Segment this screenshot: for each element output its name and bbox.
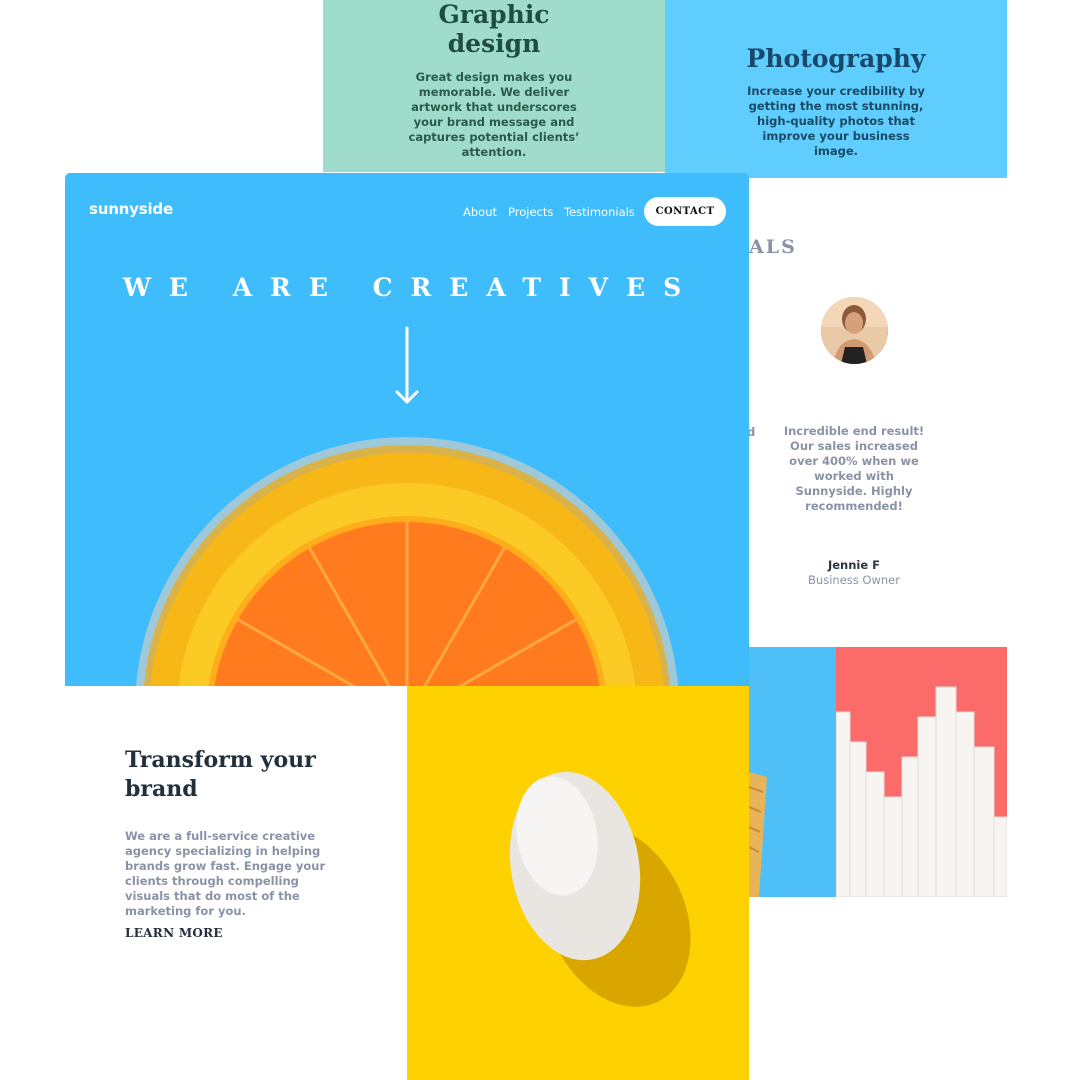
orange-glass-image: [136, 437, 678, 686]
testimonial-name: Jennie F: [827, 558, 881, 572]
hero-section: sunnyside About Projects Testimonials CO…: [65, 173, 749, 686]
nav-projects[interactable]: Projects: [508, 205, 553, 219]
graphic-design-panel: Graphic design Great design makes you me…: [323, 0, 665, 172]
testimonial-avatar: [821, 297, 888, 364]
transform-text: We are a full-service creative agency sp…: [125, 829, 326, 918]
logo[interactable]: sunnyside: [89, 200, 173, 218]
graphic-design-text: Great design makes you memorable. We del…: [408, 70, 580, 159]
photography-panel: Photography Increase your credibility by…: [665, 0, 1007, 178]
nav-about[interactable]: About: [463, 205, 497, 219]
transform-title: Transform your brand: [125, 747, 316, 802]
egg-image: [407, 686, 749, 1080]
cone-graphic: [749, 772, 767, 897]
photography-title: Photography: [746, 44, 926, 73]
gallery-cone-image: [749, 647, 836, 897]
testimonial-quote: Incredible end result! Our sales increas…: [783, 424, 925, 513]
arrow-down-icon: [395, 326, 419, 404]
contact-button[interactable]: CONTACT: [644, 197, 726, 226]
hero-title: WE ARE CREATIVES: [122, 273, 700, 302]
nav-testimonials[interactable]: Testimonials: [564, 205, 635, 219]
egg-graphic: [407, 686, 749, 1080]
photography-text: Increase your credibility by getting the…: [747, 84, 925, 158]
avatar-portrait: [821, 297, 888, 364]
gallery-sugar-cubes-image: [836, 647, 1007, 897]
testimonial-role: Business Owner: [808, 573, 900, 587]
sugar-cubes-graphic: [836, 686, 1007, 897]
learn-more-link[interactable]: LEARN MORE: [125, 926, 223, 940]
testimonials-heading-fragment: ALS: [749, 236, 797, 258]
graphic-design-title: Graphic design: [438, 0, 550, 58]
